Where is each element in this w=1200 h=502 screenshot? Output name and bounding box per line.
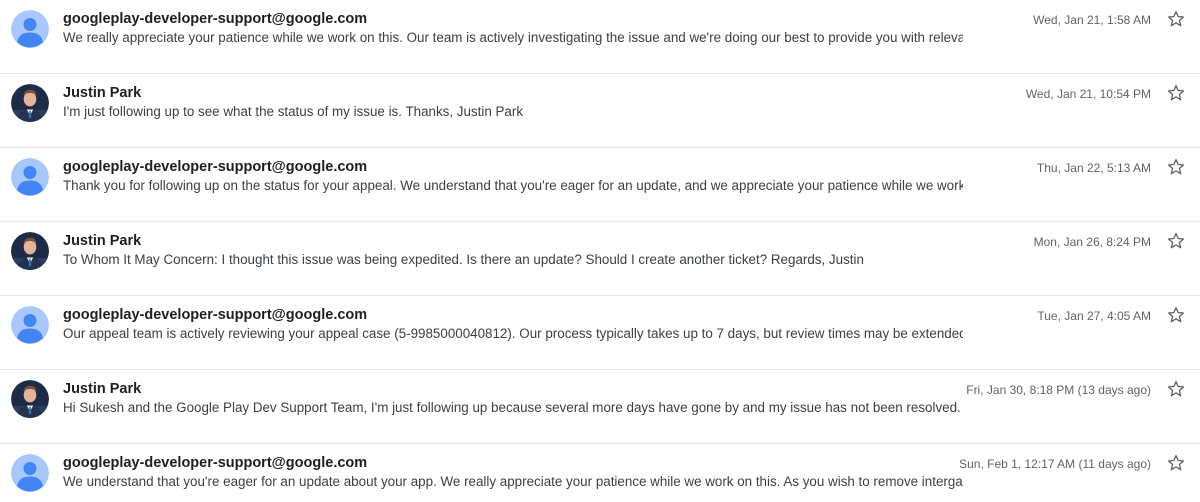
avatar: [11, 10, 49, 48]
email-thread: googleplay-developer-support@google.com …: [0, 0, 1200, 502]
profile-photo: [11, 380, 49, 418]
default-person-icon: [11, 10, 49, 48]
sender-name: Justin Park: [63, 233, 142, 249]
profile-photo: [11, 84, 49, 122]
message-row[interactable]: Justin Park Hi Sukesh and the Google Pla…: [0, 370, 1200, 444]
message-row[interactable]: Justin Park To Whom It May Concern: I th…: [0, 222, 1200, 296]
message-snippet: Hi Sukesh and the Google Play Dev Suppor…: [63, 400, 963, 415]
message-row[interactable]: googleplay-developer-support@google.com …: [0, 296, 1200, 370]
default-person-icon: [11, 454, 49, 492]
sender-name: Justin Park: [63, 85, 142, 101]
message-snippet: To Whom It May Concern: I thought this i…: [63, 252, 864, 267]
message-row[interactable]: googleplay-developer-support@google.com …: [0, 148, 1200, 222]
sender-name: googleplay-developer-support@google.com: [63, 11, 368, 27]
star-icon[interactable]: [1166, 379, 1186, 399]
star-icon[interactable]: [1166, 9, 1186, 29]
avatar: [11, 84, 49, 122]
avatar: [11, 158, 49, 196]
message-date: Tue, Jan 27, 4:05 AM: [1037, 309, 1151, 323]
sender-name: Justin Park: [63, 381, 142, 397]
avatar: [11, 454, 49, 492]
message-date: Sun, Feb 1, 12:17 AM (11 days ago): [959, 457, 1151, 471]
default-person-icon: [11, 158, 49, 196]
avatar: [11, 306, 49, 344]
message-snippet: I'm just following up to see what the st…: [63, 104, 524, 119]
message-row[interactable]: Justin Park I'm just following up to see…: [0, 74, 1200, 148]
star-icon[interactable]: [1166, 83, 1186, 103]
message-row[interactable]: googleplay-developer-support@google.com …: [0, 444, 1200, 502]
star-icon[interactable]: [1166, 157, 1186, 177]
message-snippet: We understand that you're eager for an u…: [63, 474, 963, 489]
message-date: Thu, Jan 22, 5:13 AM: [1036, 161, 1151, 175]
message-snippet: Our appeal team is actively reviewing yo…: [63, 326, 963, 341]
message-date: Wed, Jan 21, 10:54 PM: [1025, 87, 1151, 101]
avatar: [11, 380, 49, 418]
sender-name: googleplay-developer-support@google.com: [63, 159, 368, 175]
message-date: Wed, Jan 21, 1:58 AM: [1033, 13, 1151, 27]
profile-photo: [11, 232, 49, 270]
message-snippet: We really appreciate your patience while…: [63, 30, 963, 45]
default-person-icon: [11, 306, 49, 344]
message-date: Fri, Jan 30, 8:18 PM (13 days ago): [966, 383, 1151, 397]
sender-name: googleplay-developer-support@google.com: [63, 307, 368, 323]
star-icon[interactable]: [1166, 231, 1186, 251]
message-snippet: Thank you for following up on the status…: [63, 178, 963, 193]
message-date: Mon, Jan 26, 8:24 PM: [1033, 235, 1151, 249]
message-row[interactable]: googleplay-developer-support@google.com …: [0, 0, 1200, 74]
sender-name: googleplay-developer-support@google.com: [63, 455, 368, 471]
star-icon[interactable]: [1166, 453, 1186, 473]
avatar: [11, 232, 49, 270]
star-icon[interactable]: [1166, 305, 1186, 325]
